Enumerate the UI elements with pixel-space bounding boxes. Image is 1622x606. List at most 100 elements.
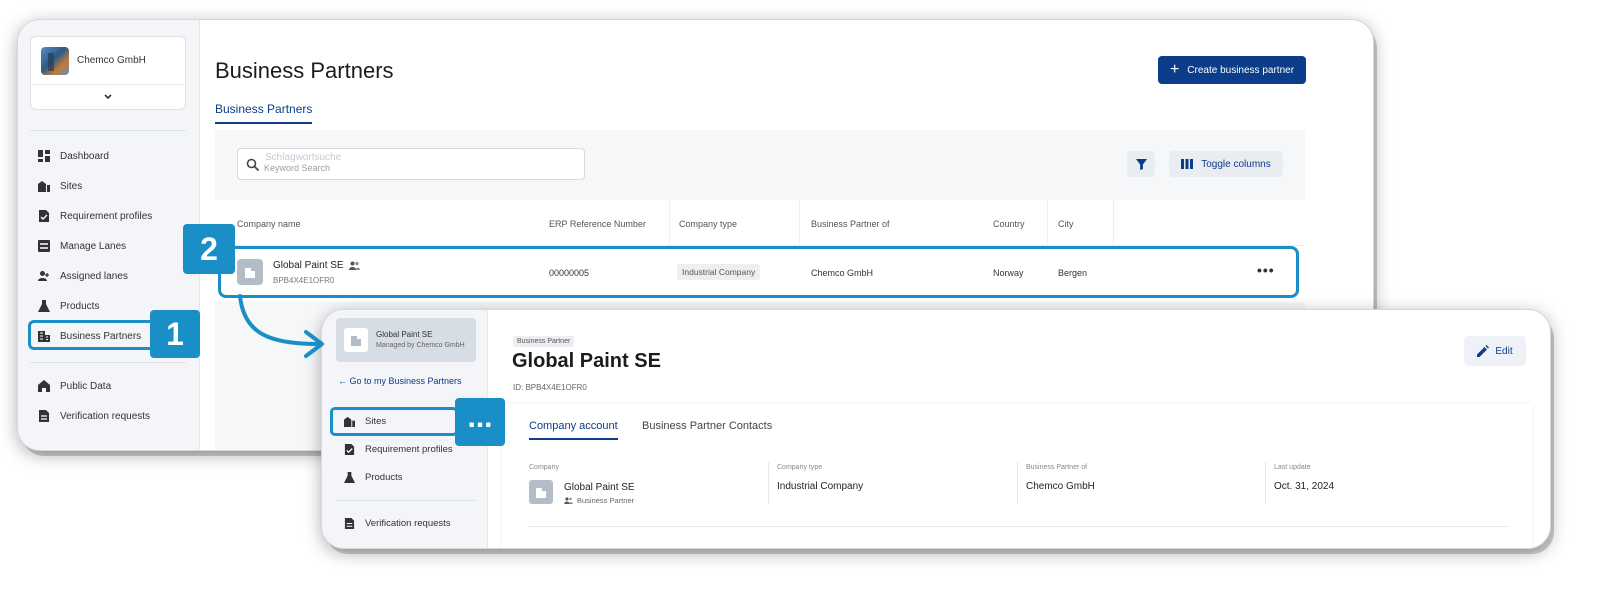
column-header[interactable]: Business Partner of bbox=[811, 219, 890, 229]
requirement-icon bbox=[344, 443, 355, 455]
info-separator bbox=[1265, 462, 1266, 504]
public-data-icon bbox=[38, 380, 50, 392]
verification-icon bbox=[38, 410, 50, 422]
info-label: Company type bbox=[777, 464, 823, 471]
back-link-label: Go to my Business Partners bbox=[349, 376, 462, 386]
info-company-type: Company type Industrial Company bbox=[777, 464, 863, 492]
info-company: Company bbox=[529, 464, 559, 471]
table-toolbar: Schlagwortsuche Toggle columns bbox=[215, 130, 1305, 200]
toggle-columns-label: Toggle columns bbox=[1201, 158, 1271, 170]
sidebar-item-products[interactable]: Products bbox=[344, 466, 403, 488]
sidebar-item-label: Products bbox=[60, 300, 100, 312]
column-header[interactable]: Company name bbox=[237, 219, 301, 229]
edit-button[interactable]: Edit bbox=[1464, 336, 1526, 366]
lanes-icon bbox=[38, 240, 50, 252]
step-badge-1: 1 bbox=[150, 310, 200, 358]
tab-company-account[interactable]: Company account bbox=[529, 420, 618, 440]
info-last-update: Last update Oct. 31, 2024 bbox=[1274, 464, 1334, 492]
chevron-down-icon[interactable] bbox=[31, 85, 185, 109]
info-label: Business Partner of bbox=[1026, 464, 1088, 471]
org-switcher[interactable]: Chemco GmbH bbox=[30, 36, 186, 110]
arrow-callout bbox=[238, 294, 324, 358]
create-business-partner-button[interactable]: + Create business partner bbox=[1158, 56, 1306, 84]
sidebar-item-requirement-profiles[interactable]: Requirement profiles bbox=[344, 438, 453, 460]
info-separator bbox=[1017, 462, 1018, 504]
company-role: Business Partner bbox=[564, 496, 634, 505]
sidebar-divider bbox=[30, 130, 186, 131]
column-header[interactable]: City bbox=[1058, 219, 1074, 229]
edit-label: Edit bbox=[1495, 345, 1513, 357]
partner-id: ID: BPB4X4E1OFR0 bbox=[513, 383, 587, 392]
building-icon bbox=[536, 488, 546, 498]
sidebar-divider bbox=[336, 500, 476, 501]
partner-title: Global Paint SE bbox=[512, 350, 661, 372]
info-value: Oct. 31, 2024 bbox=[1274, 481, 1335, 492]
column-header[interactable]: Country bbox=[993, 219, 1025, 229]
column-separator bbox=[799, 200, 800, 246]
back-to-partners-link[interactable]: ← Go to my Business Partners bbox=[338, 376, 462, 386]
sidebar-item-assigned-lanes[interactable]: Assigned lanes bbox=[38, 264, 188, 288]
column-header[interactable]: Company type bbox=[679, 219, 737, 229]
sidebar-item-sites[interactable]: Sites bbox=[38, 174, 188, 198]
business-partner-detail-window: Global Paint SE Managed by Chemco GmbH ←… bbox=[322, 310, 1550, 548]
sites-icon bbox=[38, 180, 50, 192]
info-label: Last update bbox=[1274, 464, 1311, 471]
company-avatar bbox=[529, 480, 553, 504]
column-header[interactable]: ERP Reference Number bbox=[549, 219, 646, 229]
toggle-columns-button[interactable]: Toggle columns bbox=[1169, 151, 1283, 177]
sidebar-item-label: Business Partners bbox=[60, 330, 142, 342]
panel-divider bbox=[529, 526, 1509, 527]
page-title: Business Partners bbox=[215, 58, 394, 83]
step-badge-more: ... bbox=[455, 398, 505, 446]
partner-avatar bbox=[344, 328, 368, 352]
sidebar-item-verification-requests[interactable]: Verification requests bbox=[38, 404, 188, 428]
partner-card-name: Global Paint SE bbox=[376, 330, 433, 339]
sidebar-item-manage-lanes[interactable]: Manage Lanes bbox=[38, 234, 188, 258]
building-icon bbox=[38, 330, 50, 342]
company-account-panel: Company account Business Partner Contact… bbox=[502, 404, 1532, 548]
sidebar-item-label: Requirement profiles bbox=[365, 443, 453, 455]
column-separator bbox=[1047, 200, 1048, 246]
org-avatar bbox=[41, 46, 69, 75]
info-separator bbox=[768, 462, 769, 504]
search-input[interactable] bbox=[264, 161, 564, 175]
detail-main: Business Partner Global Paint SE ID: BPB… bbox=[488, 310, 1550, 548]
partner-people-icon bbox=[564, 497, 573, 504]
tab-business-partner-contacts[interactable]: Business Partner Contacts bbox=[642, 420, 772, 432]
sidebar-item-label: Verification requests bbox=[365, 517, 451, 529]
sites-icon bbox=[344, 416, 355, 427]
company-name: Global Paint SE bbox=[564, 482, 635, 493]
filter-button[interactable] bbox=[1127, 151, 1155, 177]
sidebar-item-label: Dashboard bbox=[60, 150, 109, 162]
org-name: Chemco GmbH bbox=[77, 55, 146, 66]
sidebar-item-label: Products bbox=[365, 471, 403, 483]
pencil-icon bbox=[1477, 345, 1490, 357]
partner-card: Global Paint SE Managed by Chemco GmbH bbox=[336, 318, 476, 362]
sidebar-item-verification-requests[interactable]: Verification requests bbox=[344, 512, 451, 534]
info-value: Industrial Company bbox=[777, 481, 864, 492]
create-button-label: Create business partner bbox=[1187, 64, 1295, 76]
info-value: Chemco GmbH bbox=[1026, 481, 1095, 492]
columns-icon bbox=[1181, 159, 1194, 169]
flask-icon bbox=[344, 471, 355, 483]
info-business-partner-of: Business Partner of Chemco GmbH bbox=[1026, 464, 1095, 492]
company-role-text: Business Partner bbox=[577, 496, 635, 505]
column-separator bbox=[669, 200, 670, 246]
building-icon bbox=[351, 336, 361, 346]
sidebar-divider bbox=[30, 362, 186, 363]
dashboard-icon bbox=[38, 150, 50, 162]
sidebar-item-public-data[interactable]: Public Data bbox=[38, 374, 188, 398]
search-field[interactable]: Schlagwortsuche bbox=[237, 148, 585, 180]
info-label: Company bbox=[529, 464, 559, 471]
sidebar-item-label: Assigned lanes bbox=[60, 270, 128, 282]
partner-card-managed-by: Managed by Chemco GmbH bbox=[376, 342, 465, 349]
sidebar: Chemco GmbH Dashboard Sites Requirement … bbox=[18, 20, 200, 450]
column-separator bbox=[1113, 200, 1114, 246]
sidebar-item-label: Sites bbox=[60, 180, 83, 192]
plus-icon: + bbox=[1169, 61, 1180, 78]
sidebar-item-requirement-profiles[interactable]: Requirement profiles bbox=[38, 204, 188, 228]
sidebar-item-dashboard[interactable]: Dashboard bbox=[38, 144, 188, 168]
sidebar-item-sites[interactable]: Sites bbox=[344, 410, 386, 432]
sidebar-item-label: Manage Lanes bbox=[60, 240, 127, 252]
tab-business-partners[interactable]: Business Partners bbox=[215, 102, 313, 124]
